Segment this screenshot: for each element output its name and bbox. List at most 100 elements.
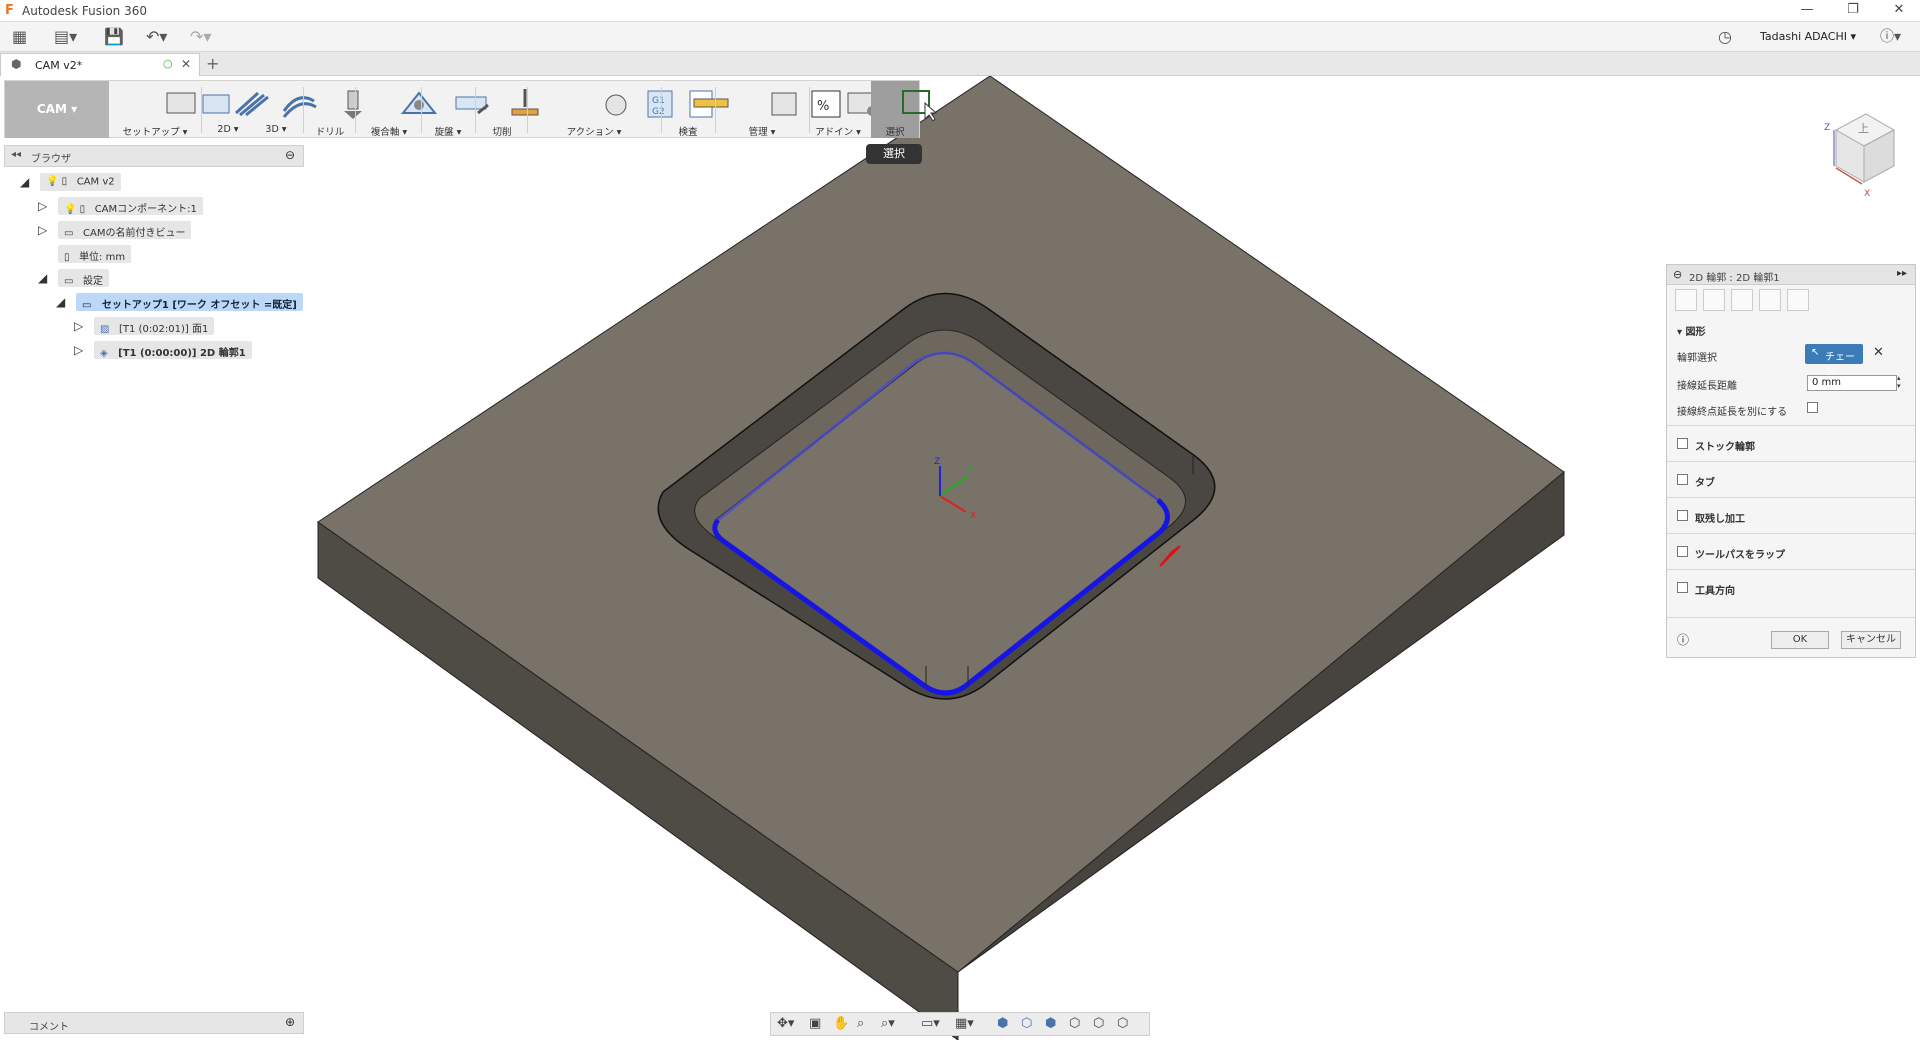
tab-heights-icon[interactable] <box>1731 289 1753 311</box>
turning-button[interactable]: 旋盤 ▾ <box>425 81 489 138</box>
setup-button[interactable]: セットアップ ▾ <box>113 81 230 138</box>
look-at-icon[interactable]: ▣ <box>809 1016 821 1031</box>
tab-passes-icon[interactable] <box>1759 289 1781 311</box>
redo-icon[interactable]: ↷▾ <box>190 26 211 48</box>
pan-hand-icon[interactable]: ✋ <box>833 1016 849 1031</box>
addins-button[interactable]: アドイン ▾ <box>813 81 877 138</box>
multiaxis-label: 複合軸 ▾ <box>370 127 408 138</box>
tree-node-2d-contour1[interactable]: ◈ [T1 (0:00:00)] 2D 輪郭1 <box>94 341 252 359</box>
tree-label: CAMの名前付きビュー <box>83 228 186 239</box>
browser-minus-icon[interactable]: ⊖ <box>285 148 295 162</box>
undo-icon[interactable]: ↶▾ <box>146 26 167 48</box>
manage-label: 管理 ▾ <box>748 127 776 138</box>
tabs-checkbox[interactable] <box>1677 474 1688 485</box>
info-icon[interactable]: ⓘ <box>1677 631 1689 648</box>
tangent-extension-stepper[interactable]: ▴ ▾ <box>1897 374 1901 390</box>
close-window-button[interactable]: ✕ <box>1884 2 1914 20</box>
expand-arrow-icon[interactable]: ▷ <box>74 319 83 333</box>
multiaxis-button[interactable]: 複合軸 ▾ <box>359 81 438 138</box>
user-account-menu[interactable]: Tadashi ADACHI ▾ <box>1760 30 1856 43</box>
collapse-arrow-icon[interactable]: ◢ <box>20 175 29 189</box>
tree-node-face1[interactable]: ▨ [T1 (0:02:01)] 面1 <box>94 317 215 335</box>
comments-add-icon[interactable]: ⊕ <box>285 1015 295 1029</box>
3d-button[interactable]: 3D ▾ <box>253 81 317 138</box>
dialog-expand-icon[interactable]: ▸▸ <box>1897 268 1907 279</box>
inspect-button[interactable]: 検査 <box>665 81 729 138</box>
minimize-button[interactable]: — <box>1792 2 1822 20</box>
dialog-minus-icon[interactable]: ⊖ <box>1673 268 1682 281</box>
separate-extension-checkbox[interactable] <box>1807 402 1818 413</box>
tree-node-setup1[interactable]: ▭ セットアップ1 [ワーク オフセット =既定] <box>76 293 303 311</box>
tree-node-settings[interactable]: ▭ 設定 <box>58 269 109 287</box>
lightbulb-icon[interactable]: 💡 <box>46 176 58 187</box>
dialog-header[interactable]: ⊖ 2D 輪郭 : 2D 輪郭1 ▸▸ <box>1667 265 1915 285</box>
collapse-arrow-icon[interactable]: ◢ <box>56 295 65 309</box>
view-cube-outline-icon[interactable]: ⬡ <box>1093 1016 1104 1031</box>
viewcube[interactable]: 上 Z X <box>1806 100 1906 200</box>
browser-header[interactable]: ◂◂ ブラウザ ⊖ <box>4 145 304 167</box>
tree-label: 単位: mm <box>79 252 126 263</box>
comments-bar[interactable]: コメント ⊕ <box>4 1012 304 1034</box>
addins-label: アドイン ▾ <box>815 127 861 138</box>
wrap-toolpath-section[interactable]: ツールパスをラップ <box>1667 533 1915 569</box>
grid-settings-icon[interactable]: ▦▾ <box>955 1016 974 1031</box>
document-tab[interactable]: ⬢ CAM v2* ○ ✕ <box>0 53 200 76</box>
stock-contours-section[interactable]: ストック輪郭 <box>1667 425 1915 461</box>
2d-button[interactable]: 2D ▾ <box>205 81 269 138</box>
expand-arrow-icon[interactable]: ▷ <box>38 199 47 213</box>
tree-node-units[interactable]: ▯ 単位: mm <box>58 245 132 263</box>
tree-node-cam-v2[interactable]: 💡 ▯ CAM v2 <box>40 173 121 191</box>
zoom-icon[interactable]: ⌕ <box>857 1016 864 1031</box>
view-cube-wire-icon[interactable]: ⬡ <box>1069 1016 1080 1031</box>
ok-button[interactable]: OK <box>1771 631 1829 649</box>
tab-linking-icon[interactable] <box>1787 289 1809 311</box>
collapse-browser-icon[interactable]: ◂◂ <box>11 149 21 160</box>
close-tab-icon[interactable]: ✕ <box>181 57 191 71</box>
view-cube-blue-icon[interactable]: ⬢ <box>1045 1016 1056 1031</box>
stock-contours-checkbox[interactable] <box>1677 438 1688 449</box>
tab-tool-icon[interactable] <box>1675 289 1697 311</box>
save-icon[interactable]: 💾 <box>104 26 124 48</box>
expand-arrow-icon[interactable]: ▷ <box>38 223 47 237</box>
manage-button[interactable]: % 管理 ▾ <box>719 81 841 138</box>
tree-node-named-views[interactable]: ▭ CAMの名前付きビュー <box>58 221 192 239</box>
tool-orientation-checkbox[interactable] <box>1677 582 1688 593</box>
tangent-extension-input[interactable]: 0 mm <box>1807 375 1897 391</box>
job-status-clock-icon[interactable]: ◷ <box>1718 26 1732 48</box>
document-icon: ▯ <box>61 176 68 187</box>
workspace-switcher[interactable]: CAM ▾ <box>5 81 109 138</box>
svg-text:上: 上 <box>1858 122 1869 135</box>
new-tab-plus-icon[interactable]: + <box>206 54 219 73</box>
view-cube-shaded-icon[interactable]: ⬢ <box>997 1016 1008 1031</box>
view-cube-edges-icon[interactable]: ⬡ <box>1021 1016 1032 1031</box>
tool-orientation-section[interactable]: 工具方向 <box>1667 569 1915 605</box>
file-menu-icon[interactable]: ▤▾ <box>54 26 77 48</box>
tabs-section[interactable]: タブ <box>1667 461 1915 497</box>
data-panel-grid-icon[interactable]: ▦ <box>12 26 27 48</box>
select-button[interactable]: 選択 <box>871 81 938 138</box>
geometry-section-header[interactable]: ▾ 図形 <box>1677 323 1706 338</box>
actions-button[interactable]: G1 G2 アクション ▾ <box>531 81 713 138</box>
help-icon[interactable]: ⓘ▾ <box>1880 26 1901 48</box>
rest-machining-section[interactable]: 取残し加工 <box>1667 497 1915 533</box>
rest-machining-checkbox[interactable] <box>1677 510 1688 521</box>
lightbulb-icon[interactable]: 💡 <box>64 204 76 215</box>
tree-node-cam-component[interactable]: 💡 ▯ CAMコンポーネント:1 <box>58 197 203 215</box>
orbit-icon[interactable]: ✥▾ <box>777 1016 794 1031</box>
clear-selection-icon[interactable]: ✕ <box>1873 345 1884 360</box>
model-canvas[interactable]: Z Y X <box>0 76 1920 1040</box>
display-settings-icon[interactable]: ▭▾ <box>921 1016 940 1031</box>
svg-text:X: X <box>1864 189 1870 199</box>
3d-viewport[interactable]: Z Y X 上 Z X <box>0 76 1920 1040</box>
cutting-button[interactable]: 切削 <box>479 81 539 138</box>
collapse-arrow-icon[interactable]: ◢ <box>38 271 47 285</box>
drill-button[interactable]: ドリル <box>307 81 362 138</box>
wrap-toolpath-checkbox[interactable] <box>1677 546 1688 557</box>
expand-arrow-icon[interactable]: ▷ <box>74 343 83 357</box>
restore-button[interactable]: ❐ <box>1838 2 1868 20</box>
view-cube-hidden-icon[interactable]: ⬡ <box>1117 1016 1128 1031</box>
cancel-button[interactable]: キャンセル <box>1841 631 1901 649</box>
tab-geometry-icon[interactable] <box>1703 289 1725 311</box>
fit-zoom-icon[interactable]: ⌕▾ <box>881 1016 895 1031</box>
chain-selection-button[interactable]: ↖ チェーン <box>1805 344 1863 378</box>
